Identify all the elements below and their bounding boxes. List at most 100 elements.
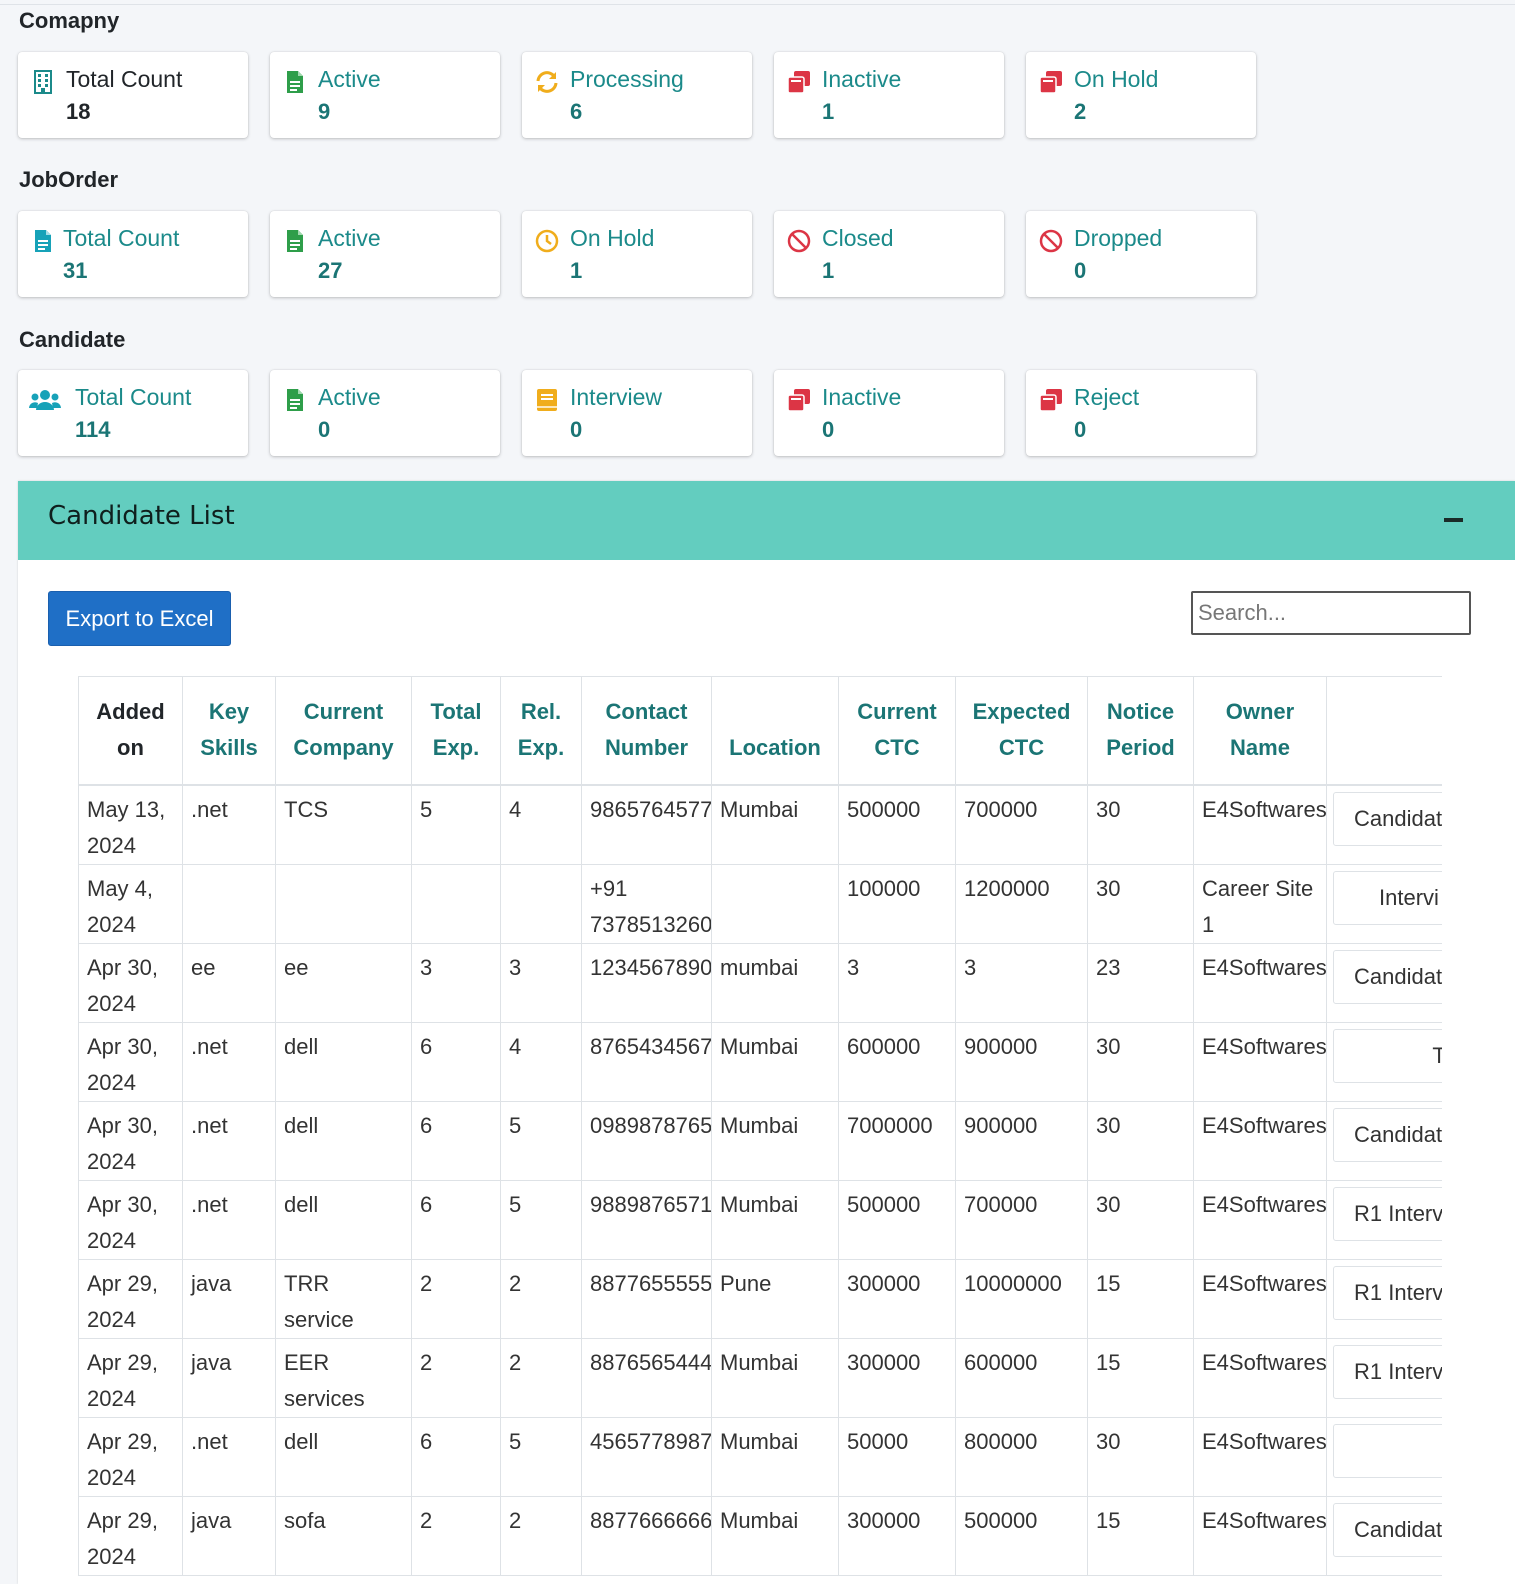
cell-contact-number: 9889876571: [581, 1179, 712, 1260]
cell-owner-name: E4Softwares: [1193, 1179, 1327, 1260]
cell-added-on: Apr 29, 2024: [78, 1258, 183, 1339]
document-icon: [282, 388, 308, 412]
candidate-list-panel: Candidate List Export to Excel Addedon K…: [18, 481, 1515, 1584]
cell-key-skills: [182, 863, 276, 944]
cell-location: mumbai: [711, 942, 839, 1023]
status-select[interactable]: Intervi: [1333, 870, 1442, 925]
candidate-table-wrap: Added on Key Skills Current Company Total Ex…: [78, 676, 1442, 1584]
joborder-closed-card[interactable]: Closed 1: [774, 211, 1004, 297]
export-to-excel-button[interactable]: Export to Excel: [48, 591, 231, 646]
col-expected-ctc[interactable]: Expected CTC: [955, 676, 1088, 786]
status-select[interactable]: TL: [1333, 1028, 1442, 1083]
col-rel-exp[interactable]: Rel. Exp.: [500, 676, 582, 786]
col-current-ctc[interactable]: Current CTC: [838, 676, 956, 786]
col-location[interactable]: Location: [711, 676, 839, 786]
cell-current-company: sofa: [275, 1495, 412, 1576]
table-row: Apr 30, 2024 .net dell 6 5 0989878765 Mumbai 70…: [78, 1100, 1442, 1181]
col-added-on[interactable]: Added on: [78, 676, 183, 786]
cell-contact-number: 8765434567: [581, 1021, 712, 1102]
col-contact-number[interactable]: Contact Number: [581, 676, 712, 786]
copy-icon: [786, 388, 812, 412]
cell-total-exp: 2: [411, 1495, 501, 1576]
company-total-count-card[interactable]: Total Count 18: [18, 52, 248, 138]
cell-current-company: dell: [275, 1021, 412, 1102]
cell-added-on: Apr 29, 2024: [78, 1416, 183, 1497]
cell-location: Mumbai: [711, 1179, 839, 1260]
joborder-active-card[interactable]: Active 27: [270, 211, 500, 297]
card-label: Active: [318, 66, 381, 92]
company-processing-card[interactable]: Processing 6: [522, 52, 752, 138]
card-value: 31: [63, 258, 88, 283]
cell-current-company: dell: [275, 1179, 412, 1260]
candidate-cards: Total Count 114 Active 0 Interview 0 Ina…: [18, 370, 1256, 456]
col-owner-name[interactable]: Owner Name: [1193, 676, 1327, 786]
cell-key-skills: .net: [182, 1179, 276, 1260]
cell-key-skills: .net: [182, 784, 276, 865]
candidate-interview-card[interactable]: Interview 0: [522, 370, 752, 456]
cell-location: Mumbai: [711, 1337, 839, 1418]
panel-title: Candidate List: [48, 501, 235, 531]
cell-current-ctc: 500000: [838, 1179, 956, 1260]
status-select[interactable]: Candidat: [1333, 791, 1442, 846]
cell-current-ctc: 300000: [838, 1337, 956, 1418]
joborder-dropped-card[interactable]: Dropped 0: [1026, 211, 1256, 297]
col-current-company[interactable]: Current Company: [275, 676, 412, 786]
status-select[interactable]: Candidat: [1333, 1107, 1442, 1162]
candidate-total-count-card[interactable]: Total Count 114: [18, 370, 248, 456]
card-value: 0: [1074, 258, 1087, 283]
candidate-active-card[interactable]: Active 0: [270, 370, 500, 456]
search-input[interactable]: [1191, 591, 1471, 635]
minus-icon[interactable]: [1444, 518, 1463, 522]
candidate-inactive-card[interactable]: Inactive 0: [774, 370, 1004, 456]
status-select[interactable]: Candidat: [1333, 1502, 1442, 1557]
company-inactive-card[interactable]: Inactive 1: [774, 52, 1004, 138]
card-label: Active: [318, 225, 381, 251]
cell-key-skills: java: [182, 1337, 276, 1418]
cell-status: Candidat: [1326, 1100, 1442, 1181]
cell-expected-ctc: 700000: [955, 784, 1088, 865]
card-value: 0: [1074, 417, 1087, 442]
cell-added-on: Apr 30, 2024: [78, 1179, 183, 1260]
status-select[interactable]: R1 Interv: [1333, 1265, 1442, 1320]
card-label: Interview: [570, 384, 663, 410]
card-value: 1: [822, 99, 835, 124]
cell-owner-name: E4Softwares: [1193, 1258, 1327, 1339]
col-key-skills[interactable]: Key Skills: [182, 676, 276, 786]
status-select[interactable]: R1 Interv: [1333, 1186, 1442, 1241]
cell-rel-exp: 5: [500, 1416, 582, 1497]
copy-icon: [1038, 70, 1064, 94]
cell-owner-name: E4Softwares: [1193, 1495, 1327, 1576]
section-title-company: Comapny: [19, 8, 120, 33]
cell-rel-exp: 2: [500, 1337, 582, 1418]
document-icon: [282, 70, 308, 94]
cell-location: Pune: [711, 1258, 839, 1339]
cell-notice-period: 23: [1087, 942, 1194, 1023]
cell-status: R1 Interv: [1326, 1337, 1442, 1418]
candidate-reject-card[interactable]: Reject 0: [1026, 370, 1256, 456]
joborder-on-hold-card[interactable]: On Hold 1: [522, 211, 752, 297]
copy-icon: [786, 70, 812, 94]
cell-total-exp: 6: [411, 1179, 501, 1260]
col-notice-period[interactable]: Notice Period: [1087, 676, 1194, 786]
card-value: 18: [66, 99, 91, 124]
company-cards: Total Count 18 Active 9 Processing 6 Ina…: [18, 52, 1256, 138]
cell-expected-ctc: 600000: [955, 1337, 1088, 1418]
status-select[interactable]: Candidat: [1333, 949, 1442, 1004]
status-select[interactable]: R1 Interv: [1333, 1344, 1442, 1399]
book-icon: [534, 388, 560, 412]
joborder-total-count-card[interactable]: Total Count 31: [18, 211, 248, 297]
cell-total-exp: 2: [411, 1258, 501, 1339]
cell-status: R1 Interv: [1326, 1179, 1442, 1260]
col-total-exp[interactable]: Total Exp.: [411, 676, 501, 786]
cell-expected-ctc: 800000: [955, 1416, 1088, 1497]
users-icon: [28, 388, 62, 412]
company-active-card[interactable]: Active 9: [270, 52, 500, 138]
card-label: On Hold: [1074, 66, 1159, 92]
company-on-hold-card[interactable]: On Hold 2: [1026, 52, 1256, 138]
card-value: 6: [570, 99, 583, 124]
card-label: Total Count: [63, 225, 180, 251]
cell-contact-number: 9865764577: [581, 784, 712, 865]
cell-expected-ctc: 10000000: [955, 1258, 1088, 1339]
status-select[interactable]: H: [1333, 1423, 1442, 1478]
card-value: 2: [1074, 99, 1087, 124]
